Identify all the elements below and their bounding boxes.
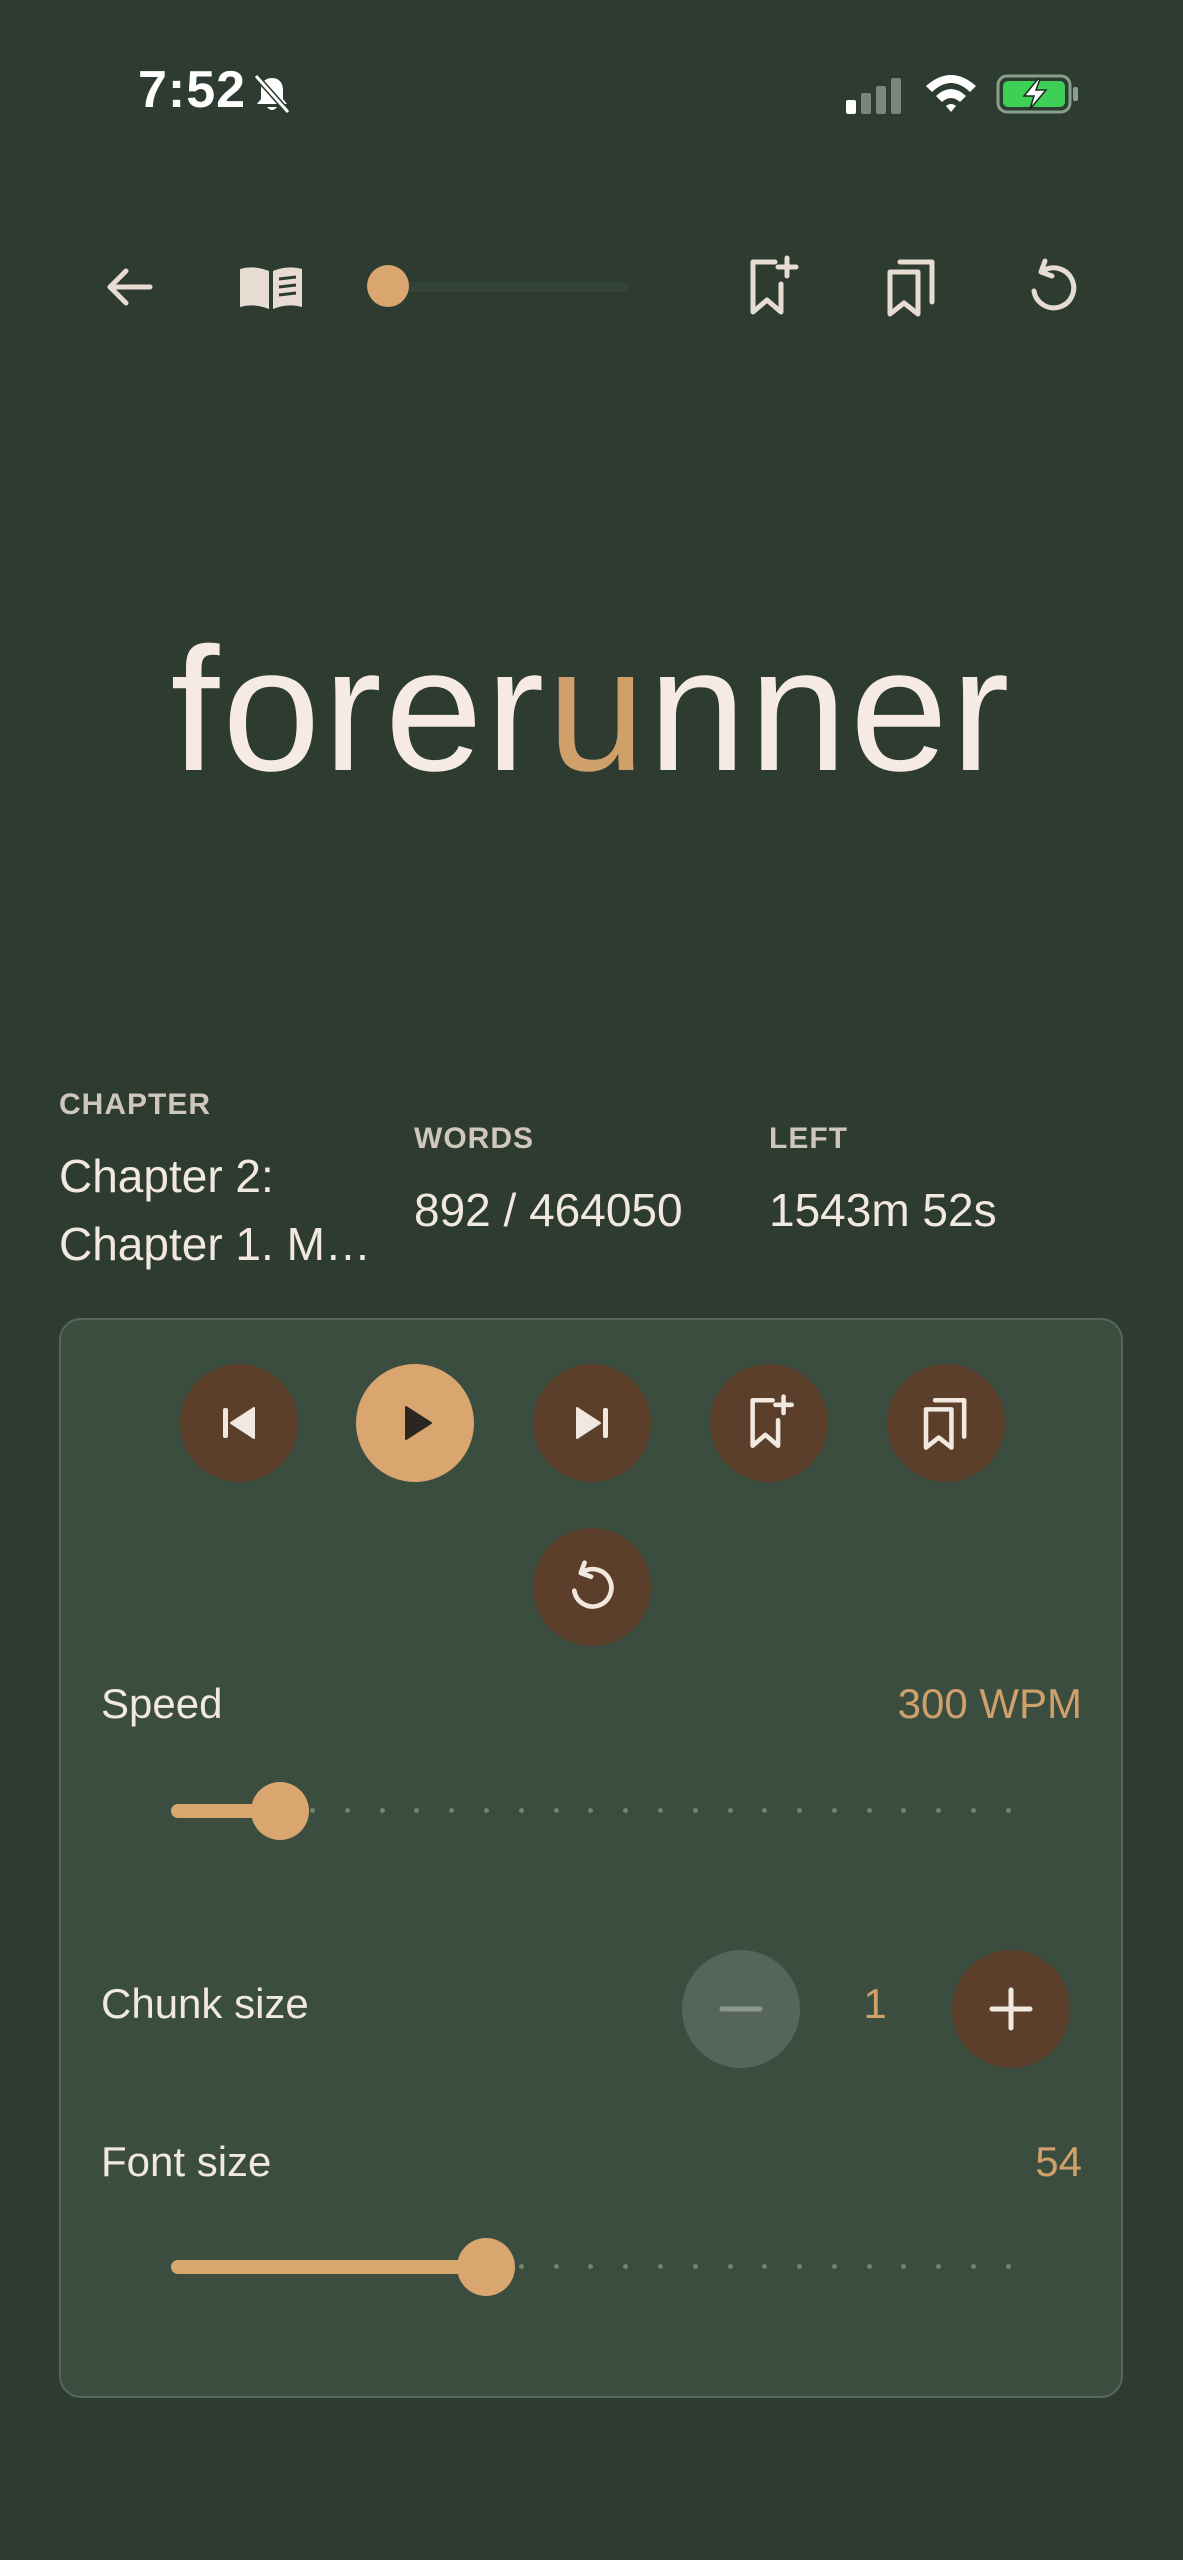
bookmark-add-icon	[750, 255, 799, 315]
back-arrow-icon	[107, 268, 153, 306]
book-open-icon	[240, 267, 302, 309]
bookmarks-icon	[887, 259, 935, 317]
chapter-line-2: Chapter 1. M…	[59, 1218, 371, 1270]
restart-icon	[571, 1560, 614, 1609]
slider-tick	[623, 2264, 629, 2269]
skip-previous-icon	[223, 1407, 255, 1439]
slider-tick	[588, 2264, 594, 2269]
slider-tick	[831, 1808, 837, 1813]
skip-next-icon	[576, 1407, 608, 1439]
words-value: 892 / 464050	[414, 1184, 683, 1236]
slider-tick	[901, 1808, 907, 1813]
panel-restart-button[interactable]	[533, 1528, 651, 1646]
slider-tick	[901, 2264, 907, 2269]
chapter-value: Chapter 2: Chapter 1. M…	[59, 1142, 399, 1278]
slider-tick	[518, 1808, 524, 1813]
battery-charging-icon	[996, 74, 1080, 119]
slider-tick	[1005, 2264, 1011, 2269]
slider-tick	[936, 2264, 942, 2269]
slider-tick	[379, 1808, 385, 1813]
chunk-size-value: 1	[863, 1980, 887, 2027]
slider-tick	[727, 1808, 733, 1813]
slider-tick	[866, 2264, 872, 2269]
slider-tick	[727, 2264, 733, 2269]
slider-tick	[657, 2264, 663, 2269]
chunk-decrement-button[interactable]	[682, 1950, 800, 2068]
speed-value: 300 WPM	[897, 1680, 1082, 1727]
speed-slider[interactable]	[171, 1782, 1011, 1840]
status-time: 7:52	[138, 61, 247, 119]
slider-tick	[449, 1808, 455, 1813]
play-button[interactable]	[356, 1364, 474, 1482]
slider-tick	[866, 1808, 872, 1813]
speed-label: Speed	[101, 1680, 223, 1727]
previous-button[interactable]	[180, 1364, 298, 1482]
slider-tick	[797, 1808, 803, 1813]
chapter-label: CHAPTER	[59, 1088, 212, 1121]
slider-tick	[588, 1808, 594, 1813]
play-icon	[405, 1406, 432, 1440]
slider-tick	[692, 2264, 698, 2269]
restart-icon	[1031, 258, 1077, 311]
time-left-label: LEFT	[769, 1122, 848, 1155]
slider-tick	[657, 1808, 663, 1813]
word-after-focus: nner	[648, 612, 1013, 808]
reading-progress-track[interactable]	[388, 282, 628, 292]
restart-button[interactable]	[1013, 247, 1093, 327]
slider-tick	[936, 1808, 942, 1813]
font-slider-knob[interactable]	[457, 2238, 515, 2296]
slider-tick	[1005, 1808, 1011, 1813]
panel-bookmarks-button[interactable]	[887, 1364, 1005, 1482]
font-size-slider[interactable]	[171, 2238, 1011, 2296]
font-size-value: 54	[1035, 2138, 1082, 2185]
back-button[interactable]	[90, 247, 170, 327]
bookmarks-button[interactable]	[872, 247, 952, 327]
bell-slash-icon	[250, 72, 294, 121]
slider-tick	[762, 1808, 768, 1813]
slider-tick	[623, 1808, 629, 1813]
time-left-value: 1543m 52s	[769, 1184, 997, 1236]
bookmarks-icon	[923, 1398, 967, 1450]
word-before-focus: forer	[170, 612, 548, 808]
slider-tick	[414, 1808, 420, 1813]
signal-icon	[846, 78, 904, 119]
slider-tick	[310, 1808, 316, 1813]
plus-icon	[989, 1987, 1033, 2031]
add-bookmark-button[interactable]	[731, 247, 811, 327]
slider-tick	[553, 2264, 559, 2269]
words-label: WORDS	[414, 1122, 534, 1155]
font-slider-fill	[171, 2260, 486, 2274]
slider-tick	[553, 1808, 559, 1813]
slider-tick	[970, 2264, 976, 2269]
slider-tick	[692, 1808, 698, 1813]
chunk-size-label: Chunk size	[101, 1980, 309, 2027]
chunk-increment-button[interactable]	[952, 1950, 1070, 2068]
speed-slider-knob[interactable]	[251, 1782, 310, 1840]
word-focus-letter: u	[547, 612, 649, 808]
chapter-line-1: Chapter 2:	[59, 1150, 274, 1202]
slider-tick	[831, 2264, 837, 2269]
slider-tick	[970, 1808, 976, 1813]
wifi-icon	[924, 72, 978, 119]
slider-tick	[344, 1808, 350, 1813]
bookmark-add-icon	[750, 1394, 794, 1448]
font-size-label: Font size	[101, 2138, 272, 2185]
minus-icon	[719, 2006, 763, 2012]
panel-add-bookmark-button[interactable]	[710, 1364, 828, 1482]
slider-tick	[797, 2264, 803, 2269]
next-button[interactable]	[533, 1364, 651, 1482]
slider-tick	[518, 2264, 524, 2269]
slider-tick	[762, 2264, 768, 2269]
current-word: forerunner	[0, 610, 1183, 810]
reading-progress-knob[interactable]	[367, 265, 410, 307]
reader-mode-button[interactable]	[231, 247, 311, 327]
slider-tick	[484, 1808, 490, 1813]
